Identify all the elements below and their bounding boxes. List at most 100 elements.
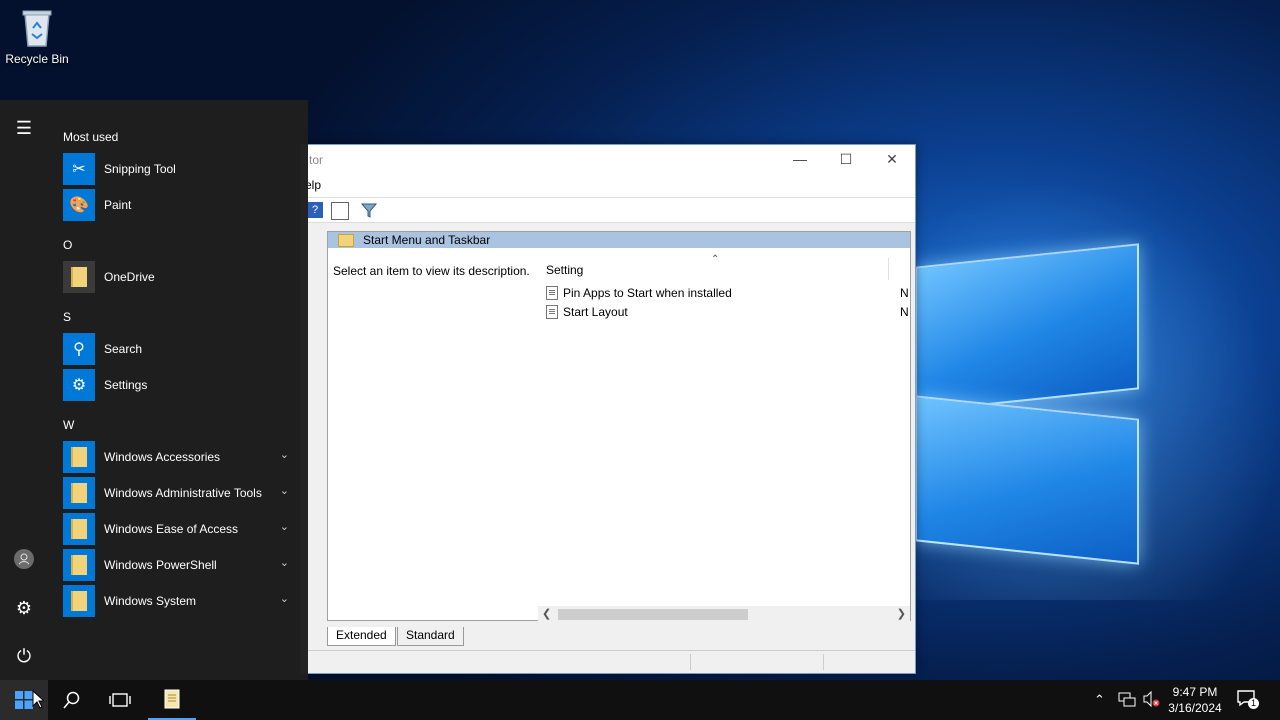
window-title: tor	[309, 153, 324, 167]
scroll-left-icon[interactable]: ❮	[542, 607, 551, 620]
settings-list: ⌃ Setting Pin Apps to Start when install…	[538, 248, 910, 608]
close-button[interactable]: ✕	[869, 145, 915, 173]
sort-up-icon[interactable]: ⌃	[711, 254, 719, 265]
setting-label: Pin Apps to Start when installed	[563, 286, 732, 300]
volume-muted-icon[interactable]	[1142, 690, 1160, 710]
list-header: ⌃ Setting	[538, 248, 910, 282]
scissors-icon: ✂	[63, 153, 95, 185]
app-label: Windows Administrative Tools	[104, 486, 262, 500]
search-button[interactable]	[48, 680, 96, 720]
minimize-button[interactable]: —	[777, 145, 823, 173]
onedrive-icon	[63, 261, 95, 293]
app-label: Paint	[104, 198, 132, 212]
folder-icon	[63, 477, 95, 509]
chevron-down-icon[interactable]: ⌄	[280, 556, 289, 569]
folder-icon	[338, 234, 354, 247]
notepad-icon	[164, 689, 180, 709]
folder-windows-powershell[interactable]: Windows PowerShell ⌄	[63, 548, 303, 582]
list-item[interactable]: Pin Apps to Start when installed	[546, 286, 732, 300]
horizontal-scrollbar[interactable]: ❮ ❯	[538, 606, 910, 623]
list-item[interactable]: Start Layout	[546, 305, 628, 319]
menu-bar: elp	[301, 173, 915, 198]
folder-windows-accessories[interactable]: Windows Accessories ⌄	[63, 440, 303, 474]
task-view-button[interactable]	[96, 680, 144, 720]
network-icon[interactable]	[1118, 690, 1136, 710]
windows-logo-wallpaper	[915, 243, 1140, 565]
toolbar: ?	[301, 198, 915, 223]
user-account-icon[interactable]	[12, 548, 36, 572]
recycle-bin[interactable]: Recycle Bin	[4, 6, 70, 66]
app-label: Windows PowerShell	[104, 558, 217, 572]
show-hidden-icons-chevron-up-icon[interactable]: ⌃	[1094, 680, 1112, 720]
folder-icon	[63, 441, 95, 473]
scroll-right-icon[interactable]: ❯	[897, 607, 906, 620]
column-header-setting[interactable]: Setting	[546, 263, 583, 277]
folder-icon	[63, 585, 95, 617]
taskbar-clock[interactable]: 9:47 PM 3/16/2024	[1162, 684, 1228, 716]
app-label: Windows Accessories	[104, 450, 221, 464]
start-menu: ☰ ⚙ ⏻ Most used ✂ Snipping Tool 🎨 Paint …	[0, 100, 308, 680]
category-title: Start Menu and Taskbar	[363, 233, 491, 247]
recycle-bin-icon	[19, 6, 55, 48]
chevron-down-icon[interactable]: ⌄	[280, 520, 289, 533]
app-label: OneDrive	[104, 270, 155, 284]
scroll-thumb[interactable]	[558, 609, 748, 620]
folder-windows-system[interactable]: Windows System ⌄	[63, 584, 303, 618]
window-titlebar[interactable]: tor — ☐ ✕	[301, 145, 915, 173]
chevron-down-icon[interactable]: ⌄	[280, 484, 289, 497]
task-view-icon	[109, 693, 131, 707]
letter-heading-s[interactable]: S	[63, 310, 71, 324]
power-icon[interactable]: ⏻	[12, 644, 36, 668]
setting-state: N	[900, 286, 909, 300]
chevron-down-icon[interactable]: ⌄	[280, 592, 289, 605]
search-icon: ⚲	[63, 333, 95, 365]
app-snipping-tool[interactable]: ✂ Snipping Tool	[63, 152, 303, 186]
tab-extended[interactable]: Extended	[327, 627, 396, 646]
app-onedrive[interactable]: OneDrive	[63, 260, 303, 294]
policy-editor-window[interactable]: tor — ☐ ✕ elp ? Start Menu and Taskbar S…	[300, 144, 916, 674]
windows-icon	[15, 691, 33, 709]
folder-windows-administrative-tools[interactable]: Windows Administrative Tools ⌄	[63, 476, 303, 510]
most-used-heading: Most used	[63, 130, 119, 144]
settings-gear-icon[interactable]: ⚙	[12, 596, 36, 620]
app-label: Settings	[104, 378, 148, 392]
folder-icon	[63, 513, 95, 545]
taskbar-app-policy-editor[interactable]	[148, 680, 196, 720]
app-paint[interactable]: 🎨 Paint	[63, 188, 303, 222]
policy-setting-icon	[546, 305, 558, 319]
letter-heading-o[interactable]: O	[63, 238, 72, 252]
notification-count-badge: 1	[1248, 698, 1259, 709]
taskbar: ⌃ 9:47 PM 3/16/2024 1	[0, 680, 1280, 720]
maximize-button[interactable]: ☐	[823, 145, 869, 173]
mouse-cursor-icon	[32, 690, 44, 709]
app-search[interactable]: ⚲ Search	[63, 332, 303, 366]
action-center-button[interactable]: 1	[1236, 688, 1260, 712]
help-icon[interactable]: ?	[307, 202, 323, 218]
start-rail: ☰ ⚙ ⏻	[0, 100, 48, 680]
policy-setting-icon	[546, 286, 558, 300]
letter-heading-w[interactable]: W	[63, 418, 74, 432]
search-icon	[63, 691, 80, 709]
app-settings[interactable]: ⚙ Settings	[63, 368, 303, 402]
settings-pane: Start Menu and Taskbar Select an item to…	[327, 231, 911, 623]
folder-icon	[63, 549, 95, 581]
app-label: Windows System	[104, 594, 197, 608]
gear-icon: ⚙	[63, 369, 95, 401]
tab-standard[interactable]: Standard	[397, 627, 464, 646]
setting-label: Start Layout	[563, 305, 628, 319]
recycle-bin-label: Recycle Bin	[5, 52, 69, 66]
folder-windows-ease-of-access[interactable]: Windows Ease of Access ⌄	[63, 512, 303, 546]
category-header: Start Menu and Taskbar	[328, 232, 910, 248]
clock-time: 9:47 PM	[1172, 685, 1218, 699]
palette-icon: 🎨	[63, 189, 95, 221]
setting-state: N	[900, 305, 909, 319]
app-label: Snipping Tool	[104, 162, 176, 176]
app-label: Windows Ease of Access	[104, 522, 239, 536]
description-text: Select an item to view its description.	[333, 264, 530, 278]
clock-date: 3/16/2024	[1168, 701, 1222, 715]
hamburger-menu-icon[interactable]: ☰	[12, 116, 36, 140]
chevron-down-icon[interactable]: ⌄	[280, 448, 289, 461]
view-icon[interactable]	[331, 202, 349, 220]
status-bar	[301, 650, 915, 673]
filter-icon[interactable]	[360, 202, 378, 218]
